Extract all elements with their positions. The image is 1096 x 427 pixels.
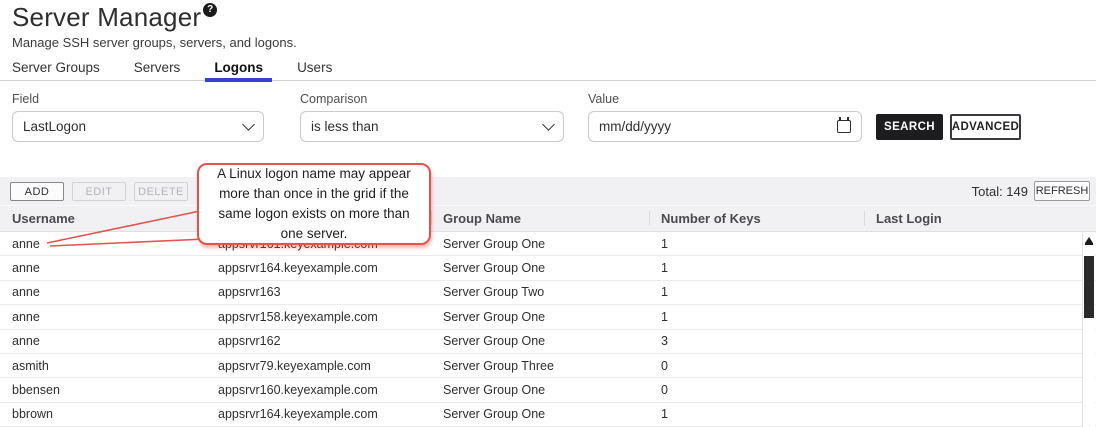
column-header-number-of-keys[interactable]: Number of Keys [649,206,864,231]
cell-username: bbensen [0,383,206,397]
chevron-down-icon [242,118,255,131]
cell-group-name: Server Group One [431,407,649,421]
cell-number-of-keys: 0 [649,359,864,373]
tab-logons[interactable]: Logons [214,58,263,80]
cell-username: anne [0,310,206,324]
edit-button[interactable]: EDIT [72,182,126,201]
cell-group-name: Server Group One [431,261,649,275]
cell-group-name: Server Group One [431,334,649,348]
comparison-label: Comparison [300,92,367,106]
cell-number-of-keys: 0 [649,383,864,397]
scrollbar-thumb[interactable] [1084,256,1094,318]
tab-bar: Server Groups Servers Logons Users [0,58,1096,81]
server-manager-screen: Server Manager? Manage SSH server groups… [0,0,1096,427]
table-row[interactable]: anne appsrvr158.keyexample.com Server Gr… [0,305,1096,329]
cell-username: anne [0,285,206,299]
cell-number-of-keys: 1 [649,310,864,324]
cell-number-of-keys: 1 [649,285,864,299]
add-button[interactable]: ADD [10,182,64,201]
cell-username: asmith [0,359,206,373]
page-title-text: Server Manager [12,2,201,32]
cell-server: appsrvr79.keyexample.com [206,359,431,373]
table-body: anne appsrvr161.keyexample.com Server Gr… [0,232,1096,427]
tab-server-groups[interactable]: Server Groups [12,58,100,80]
delete-button[interactable]: DELETE [134,182,188,201]
cell-group-name: Server Group One [431,383,649,397]
cell-username: anne [0,261,206,275]
grid-toolbar: ADD EDIT DELETE Total: 149 REFRESH [0,177,1096,205]
table-row[interactable]: bbrown appsrvr164.keyexample.com Server … [0,403,1096,427]
calendar-icon[interactable] [837,120,851,133]
table-row[interactable]: asmith appsrvr79.keyexample.com Server G… [0,354,1096,378]
cell-server: appsrvr160.keyexample.com [206,383,431,397]
field-label: Field [12,92,39,106]
cell-group-name: Server Group One [431,237,649,251]
page-subtitle: Manage SSH server groups, servers, and l… [12,35,297,50]
tab-servers[interactable]: Servers [134,58,181,80]
search-button[interactable]: SEARCH [876,114,943,140]
cell-server: appsrvr164.keyexample.com [206,407,431,421]
refresh-button[interactable]: REFRESH [1034,181,1090,201]
field-select-value: LastLogon [23,119,244,134]
comparison-select-value: is less than [311,119,544,134]
advanced-button[interactable]: ADVANCED [950,114,1021,140]
cell-username: bbrown [0,407,206,421]
comparison-select[interactable]: is less than [300,111,564,142]
table-row[interactable]: anne appsrvr163 Server Group Two 1 [0,281,1096,305]
tab-users[interactable]: Users [297,58,332,80]
value-label: Value [588,92,619,106]
cell-username: anne [0,334,206,348]
column-header-last-login[interactable]: Last Login [864,206,1096,231]
column-header-group-name[interactable]: Group Name [431,206,649,231]
annotation-callout: A Linux logon name may appear more than … [197,163,431,245]
cell-group-name: Server Group One [431,310,649,324]
cell-number-of-keys: 1 [649,261,864,275]
cell-group-name: Server Group Three [431,359,649,373]
cell-server: appsrvr163 [206,285,431,299]
total-count: Total: 149 [972,184,1028,199]
cell-number-of-keys: 1 [649,237,864,251]
table-row[interactable]: bbensen appsrvr160.keyexample.com Server… [0,378,1096,402]
date-placeholder: mm/dd/yyyy [599,119,837,134]
chevron-down-icon [542,118,555,131]
vertical-scrollbar[interactable] [1082,232,1095,427]
cell-server: appsrvr162 [206,334,431,348]
field-select[interactable]: LastLogon [12,111,264,142]
cell-server: appsrvr164.keyexample.com [206,261,431,275]
cell-number-of-keys: 1 [649,407,864,421]
cell-number-of-keys: 3 [649,334,864,348]
scroll-up-icon[interactable] [1085,237,1093,243]
table-row[interactable]: anne appsrvr164.keyexample.com Server Gr… [0,256,1096,280]
cell-server: appsrvr158.keyexample.com [206,310,431,324]
help-icon[interactable]: ? [203,3,217,17]
page-title: Server Manager? [12,2,217,33]
column-header-username[interactable]: Username [0,206,206,231]
table-row[interactable]: anne appsrvr161.keyexample.com Server Gr… [0,232,1096,256]
value-date-input[interactable]: mm/dd/yyyy [588,111,862,142]
cell-group-name: Server Group Two [431,285,649,299]
cell-username: anne [0,237,206,251]
table-header-row: Username Group Name Number of Keys Last … [0,205,1096,232]
table-row[interactable]: anne appsrvr162 Server Group One 3 [0,330,1096,354]
